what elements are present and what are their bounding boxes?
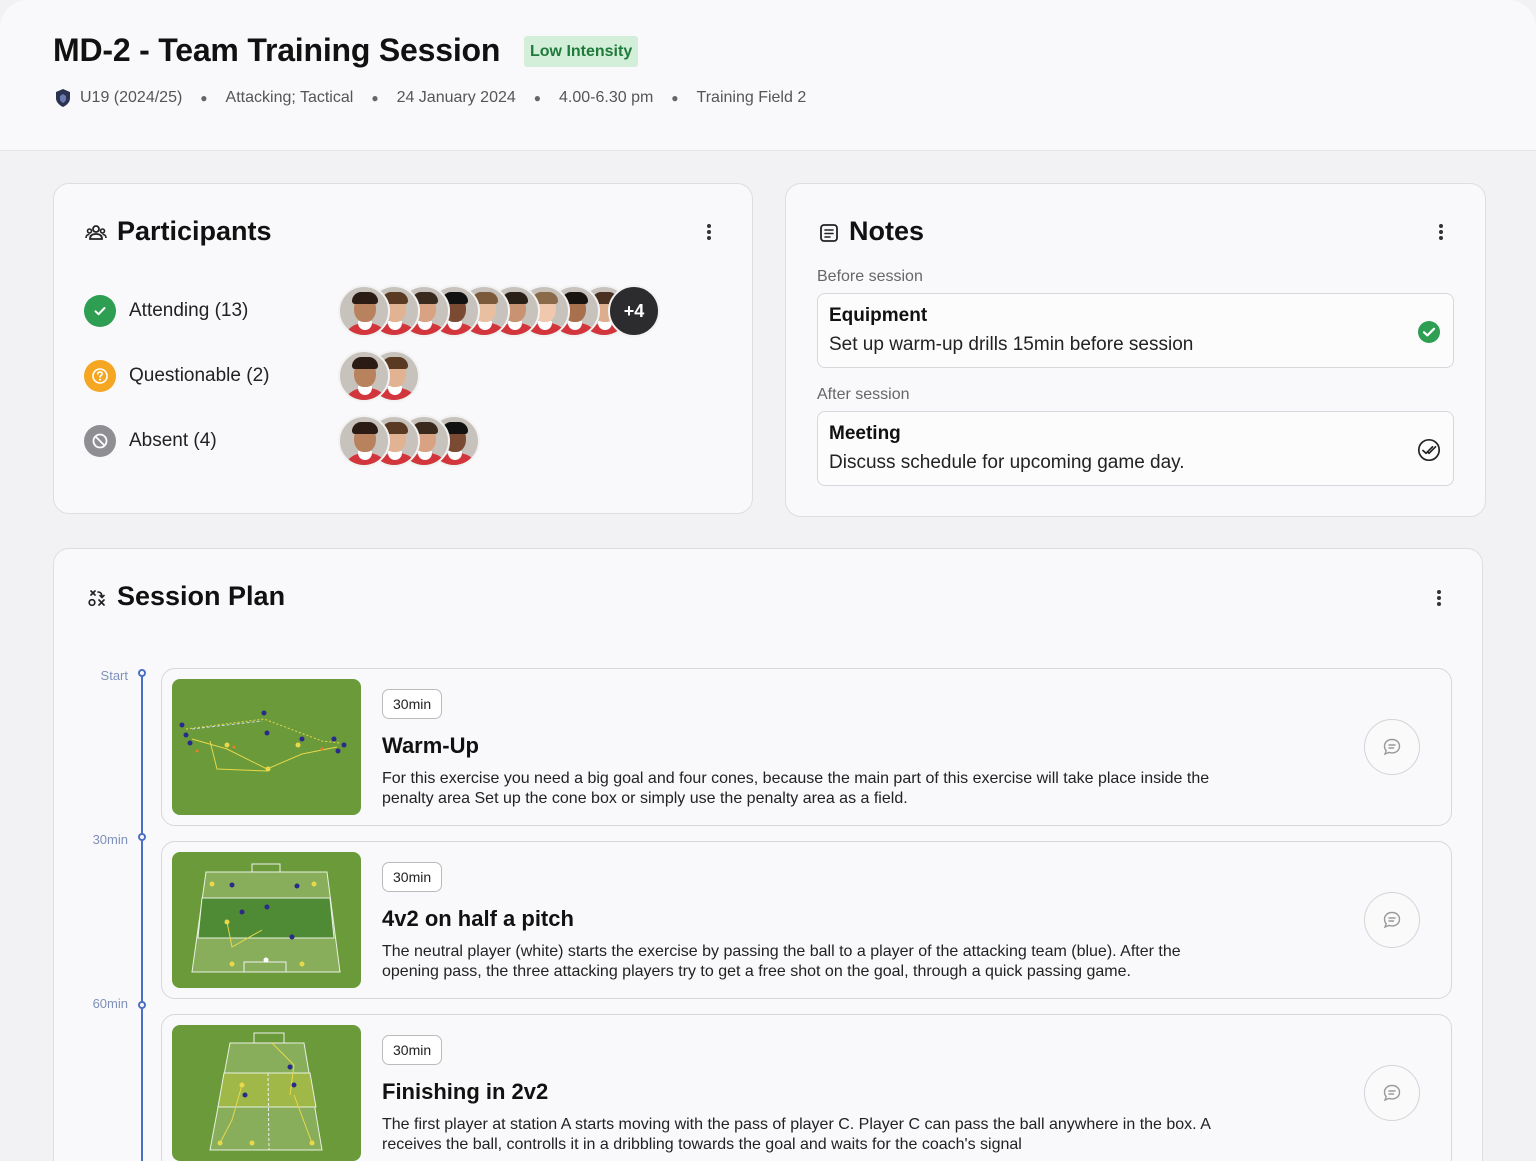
team-crest-icon bbox=[56, 89, 70, 107]
after-session-label: After session bbox=[817, 386, 910, 403]
focus-label: Attacking; Tactical bbox=[225, 89, 354, 106]
note-equipment[interactable]: Equipment Set up warm-up drills 15min be… bbox=[817, 293, 1454, 368]
check-outline-icon[interactable] bbox=[1417, 438, 1441, 462]
drill-description: The neutral player (white) starts the ex… bbox=[382, 943, 1181, 980]
absent-label: Absent (4) bbox=[129, 430, 217, 451]
session-meta: U19 (2024/25) ● Attacking; Tactical ● 24… bbox=[54, 86, 806, 110]
attending-label: Attending (13) bbox=[129, 300, 249, 321]
time-label: 4.00-6.30 pm bbox=[559, 89, 654, 106]
people-icon bbox=[85, 225, 107, 240]
note-meeting[interactable]: Meeting Discuss schedule for upcoming ga… bbox=[817, 411, 1454, 486]
intensity-badge: Low Intensity bbox=[524, 36, 639, 67]
page-title: MD-2 - Team Training Session bbox=[53, 32, 501, 68]
player-avatar[interactable] bbox=[338, 350, 390, 402]
page-header: MD-2 - Team Training Session Low Intensi… bbox=[0, 0, 1536, 151]
drill-title: Warm-Up bbox=[382, 733, 479, 758]
drill-description: For this exercise you need a big goal an… bbox=[382, 770, 1210, 807]
participants-card: Participants Attending (13) +4 Questiona… bbox=[53, 183, 753, 514]
questionable-avatars[interactable] bbox=[338, 350, 420, 402]
tactics-icon bbox=[88, 590, 105, 607]
drill-diagram bbox=[172, 679, 361, 815]
attending-row[interactable]: Attending (13) bbox=[84, 294, 248, 328]
drill-diagram bbox=[172, 1025, 361, 1161]
meta-separator: ● bbox=[371, 91, 379, 105]
absent-row[interactable]: Absent (4) bbox=[84, 424, 217, 458]
drill-diagram bbox=[172, 852, 361, 988]
drill-title: 4v2 on half a pitch bbox=[382, 906, 574, 931]
duration-badge: 30min bbox=[382, 1035, 443, 1065]
drill-card-4v2[interactable]: 30min 4v2 on half a pitch The neutral pl… bbox=[161, 841, 1452, 999]
meta-separator: ● bbox=[200, 91, 208, 105]
comment-icon bbox=[1383, 738, 1401, 756]
drill-card-warm-up[interactable]: 30min Warm-Up For this exercise you need… bbox=[161, 668, 1452, 826]
check-circle-icon bbox=[84, 295, 116, 327]
note-text: Set up warm-up drills 15min before sessi… bbox=[829, 334, 1194, 355]
timeline-marker bbox=[138, 833, 146, 841]
blocked-circle-icon bbox=[84, 425, 116, 457]
more-participants-badge[interactable]: +4 bbox=[608, 285, 660, 337]
comment-button[interactable] bbox=[1364, 719, 1420, 775]
participants-menu-button[interactable] bbox=[699, 220, 719, 244]
location-label: Training Field 2 bbox=[696, 89, 807, 106]
drill-title: Finishing in 2v2 bbox=[382, 1079, 549, 1104]
notes-menu-button[interactable] bbox=[1431, 220, 1451, 244]
date-label: 24 January 2024 bbox=[396, 89, 516, 106]
comment-icon bbox=[1383, 911, 1401, 929]
questionable-label: Questionable (2) bbox=[129, 365, 270, 386]
notes-card: Notes Before session Equipment Set up wa… bbox=[785, 183, 1486, 517]
drill-card-finishing[interactable]: 30min Finishing in 2v2 The first player … bbox=[161, 1014, 1452, 1161]
duration-badge: 30min bbox=[382, 862, 443, 892]
comment-icon bbox=[1383, 1084, 1401, 1102]
meta-separator: ● bbox=[533, 91, 542, 105]
note-title: Meeting bbox=[829, 423, 901, 444]
drill-description: The first player at station A starts mov… bbox=[382, 1116, 1210, 1153]
app-frame: MD-2 - Team Training Session Low Intensi… bbox=[0, 0, 1536, 1161]
comment-button[interactable] bbox=[1364, 1065, 1420, 1121]
player-avatar[interactable] bbox=[338, 415, 390, 467]
session-plan-card: Session Plan Start 30min 60min 30min War… bbox=[53, 548, 1483, 1161]
team-label: U19 (2024/25) bbox=[80, 89, 183, 106]
duration-badge: 30min bbox=[382, 689, 443, 719]
check-filled-icon[interactable] bbox=[1417, 320, 1441, 344]
player-avatar[interactable] bbox=[338, 285, 390, 337]
note-text: Discuss schedule for upcoming game day. bbox=[829, 452, 1185, 473]
timeline-label-start: Start bbox=[100, 668, 128, 683]
session-plan-title: Session Plan bbox=[117, 581, 286, 611]
note-title: Equipment bbox=[829, 305, 928, 326]
notes-icon bbox=[820, 224, 838, 242]
participants-title: Participants bbox=[117, 216, 272, 246]
question-circle-icon bbox=[84, 360, 116, 392]
timeline-marker bbox=[138, 669, 146, 677]
session-plan-menu-button[interactable] bbox=[1429, 586, 1449, 610]
timeline-line bbox=[141, 672, 143, 1161]
attending-avatars[interactable]: +4 bbox=[338, 285, 660, 337]
before-session-label: Before session bbox=[817, 268, 923, 285]
meta-separator: ● bbox=[671, 91, 679, 105]
notes-title: Notes bbox=[849, 216, 925, 246]
timeline-label-30min: 30min bbox=[92, 832, 128, 847]
absent-avatars[interactable] bbox=[338, 415, 480, 467]
questionable-row[interactable]: Questionable (2) bbox=[84, 359, 269, 393]
timeline-label-60min: 60min bbox=[92, 996, 128, 1011]
timeline-marker bbox=[138, 1001, 146, 1009]
comment-button[interactable] bbox=[1364, 892, 1420, 948]
